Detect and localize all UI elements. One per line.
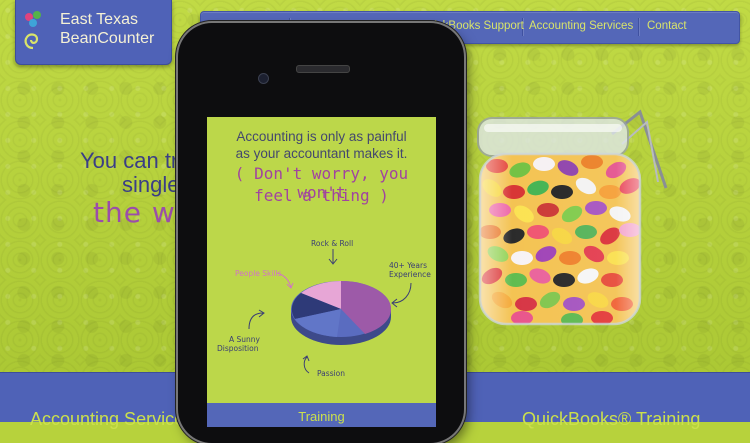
logo-text: East Texas BeanCounter <box>60 10 154 48</box>
band-quickbooks-training[interactable]: QuickBooks® Training <box>522 409 700 430</box>
logo-line1: East Texas <box>60 11 138 28</box>
arrow-down-icon <box>328 249 338 265</box>
phone-speaker <box>296 65 350 73</box>
nav-divider <box>638 18 639 36</box>
screen-arrows <box>248 249 412 374</box>
hero-line2: single <box>122 172 180 197</box>
arrow-passion-icon <box>302 355 310 374</box>
nav-accounting-services[interactable]: Accounting Services <box>529 20 633 32</box>
phone-camera <box>258 73 269 84</box>
logo-line2: BeanCounter <box>60 30 155 47</box>
screen-bottom-band: Training <box>207 403 436 427</box>
site-logo[interactable]: East Texas BeanCounter <box>15 0 172 65</box>
arrow-sunny-icon <box>248 309 265 330</box>
iphone-mockup: Accounting is only as painful as your ac… <box>178 23 464 443</box>
jelly-bean-jar-image <box>477 109 668 326</box>
nav-contact[interactable]: Contact <box>647 20 687 32</box>
pie-chart-image <box>291 281 392 345</box>
logo-swirl-icon <box>24 11 41 50</box>
band-accounting-services[interactable]: Accounting Service <box>30 409 184 430</box>
screen-band-text: Training <box>298 409 345 424</box>
phone-screen: Accounting is only as painful as your ac… <box>207 117 436 427</box>
hero-line1: You can tr <box>80 148 179 173</box>
